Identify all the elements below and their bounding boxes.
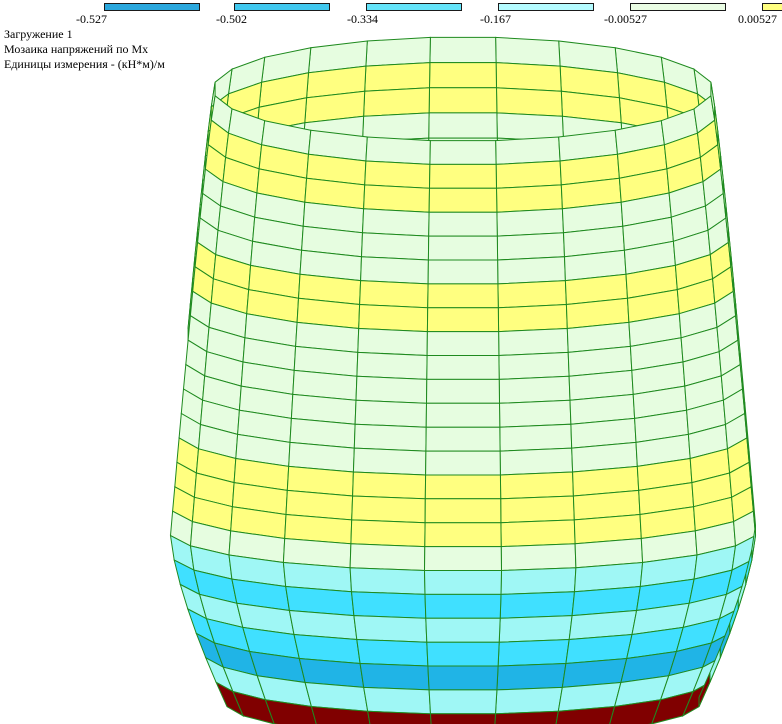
shell-element bbox=[352, 447, 427, 476]
shell-element bbox=[351, 495, 426, 524]
shell-element bbox=[496, 232, 566, 261]
shell-element bbox=[427, 283, 499, 309]
shell-element bbox=[357, 327, 428, 357]
shell-element-inner bbox=[495, 62, 562, 92]
shell-element bbox=[427, 259, 499, 285]
shell-element bbox=[359, 280, 429, 309]
shell-element bbox=[495, 184, 563, 213]
shell-element-inner bbox=[363, 87, 431, 117]
shell-element bbox=[359, 662, 430, 691]
shell-element bbox=[423, 570, 503, 595]
shell-element bbox=[498, 327, 569, 357]
shell-element bbox=[494, 710, 559, 724]
shell-element bbox=[352, 471, 427, 500]
shell-element bbox=[495, 136, 561, 165]
shell-element-inner bbox=[428, 112, 498, 139]
shell-element bbox=[500, 495, 575, 524]
shell-element-inner bbox=[428, 87, 498, 114]
shell-element-inner bbox=[428, 62, 498, 89]
shell-element bbox=[363, 686, 432, 715]
shell-element bbox=[426, 641, 500, 667]
shell-element bbox=[428, 211, 498, 237]
shell-element bbox=[500, 519, 576, 548]
shell-element bbox=[423, 546, 503, 571]
shell-element bbox=[349, 567, 426, 595]
shell-element bbox=[495, 160, 562, 189]
shell-element bbox=[498, 615, 573, 643]
shell-outer-surface bbox=[169, 82, 757, 724]
shell-element bbox=[427, 665, 499, 691]
shell-element bbox=[355, 375, 428, 404]
shell-element bbox=[425, 450, 501, 476]
shell-element bbox=[360, 256, 429, 285]
shell-element bbox=[499, 423, 573, 452]
shell-element bbox=[428, 187, 498, 213]
shell-element bbox=[424, 498, 502, 524]
shell-element bbox=[428, 689, 498, 715]
shell-element bbox=[425, 378, 501, 404]
shell-element bbox=[496, 662, 567, 691]
shell-element bbox=[426, 355, 500, 380]
shell-element bbox=[427, 235, 499, 261]
shell-element bbox=[497, 638, 570, 667]
shell-element bbox=[424, 474, 502, 500]
shell-element bbox=[429, 140, 497, 165]
shell-element-inner bbox=[365, 36, 431, 67]
shell-element bbox=[425, 617, 501, 643]
shell-element bbox=[354, 399, 428, 428]
shell-element bbox=[426, 331, 500, 356]
shell-element bbox=[349, 543, 426, 572]
shell-element bbox=[498, 399, 572, 428]
shell-element bbox=[365, 136, 431, 165]
shell-element bbox=[497, 303, 568, 333]
shell-element bbox=[424, 522, 502, 548]
shell-element bbox=[426, 307, 500, 333]
shell-element bbox=[425, 402, 501, 428]
shell-element bbox=[497, 280, 567, 309]
shell-element bbox=[500, 567, 577, 595]
shell-element-inner bbox=[495, 87, 563, 117]
shell-element bbox=[364, 160, 431, 189]
shell-element-inner bbox=[429, 36, 497, 64]
shell-element bbox=[350, 519, 426, 548]
shell-element bbox=[496, 208, 565, 237]
shell-element bbox=[350, 591, 427, 619]
shell-element bbox=[498, 351, 570, 380]
shell-element bbox=[360, 232, 430, 261]
shell-element bbox=[499, 447, 574, 476]
shell-element-inner bbox=[495, 36, 561, 67]
shell-element bbox=[429, 713, 497, 724]
shell-element bbox=[498, 375, 571, 404]
shell-element bbox=[500, 543, 577, 572]
shell-element bbox=[424, 593, 502, 619]
shell-element bbox=[497, 256, 566, 285]
shell-stress-mosaic bbox=[169, 36, 757, 724]
shell-element bbox=[499, 471, 574, 500]
shell-element bbox=[425, 426, 501, 452]
shell-element bbox=[494, 686, 563, 715]
shell-element bbox=[499, 591, 576, 619]
shell-element bbox=[428, 163, 498, 189]
shell-element bbox=[363, 184, 431, 213]
shell-element bbox=[356, 638, 429, 667]
shell-element bbox=[353, 423, 427, 452]
shell-element bbox=[353, 615, 428, 643]
shell-element-inner bbox=[364, 62, 431, 92]
shell-element bbox=[358, 303, 429, 333]
shell-element bbox=[361, 208, 430, 237]
shell-element bbox=[356, 351, 428, 380]
shell-element bbox=[367, 710, 432, 724]
